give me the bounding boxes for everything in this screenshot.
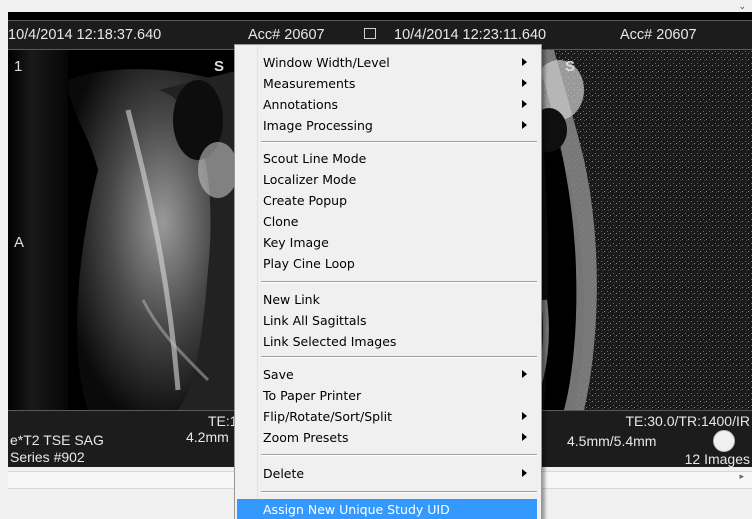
menu-item-clone[interactable]: Clone <box>237 211 537 232</box>
window-menu-icon[interactable] <box>364 28 376 39</box>
viewport-footer-left: TE:1 e*T2 TSE SAG 4.2mm Series #902 <box>8 410 240 467</box>
menu-item-label: Zoom Presets <box>263 430 349 445</box>
submenu-arrow-icon <box>522 121 527 129</box>
top-strip: ⌄ <box>0 0 752 12</box>
series-description: e*T2 TSE SAG <box>10 432 104 448</box>
menu-item-label: Play Cine Loop <box>263 256 355 271</box>
menu-item-label: Create Popup <box>263 193 348 208</box>
submenu-arrow-icon <box>522 412 527 420</box>
submenu-arrow-icon <box>522 100 527 108</box>
menu-item-label: Delete <box>263 466 305 481</box>
menu-item-new-link[interactable]: New Link <box>237 289 537 310</box>
submenu-arrow-icon <box>522 79 527 87</box>
menu-item-annotations[interactable]: Annotations <box>237 94 537 115</box>
menu-item-label: Scout Line Mode <box>263 151 367 166</box>
menu-item-link-all-sagittals[interactable]: Link All Sagittals <box>237 310 537 331</box>
image-count: 12 Images <box>684 451 750 467</box>
menu-item-window-width-level[interactable]: Window Width/Level <box>237 52 537 73</box>
menu-item-assign-new-unique-study-uid[interactable]: Assign New Unique Study UID <box>237 499 537 519</box>
viewer-stage: ⌄ 10/4/2014 12:18:37.640 1 S A TE:1 e*T2… <box>0 0 752 519</box>
menu-item-label: Annotations <box>263 97 339 112</box>
menu-separator <box>261 141 537 143</box>
series-number: Series #902 <box>10 449 85 465</box>
menu-item-scout-line-mode[interactable]: Scout Line Mode <box>237 148 537 169</box>
menu-item-key-image[interactable]: Key Image <box>237 232 537 253</box>
menu-separator <box>261 454 537 456</box>
viewport-header-left: 10/4/2014 12:18:37.640 <box>8 20 240 50</box>
menu-item-label: Key Image <box>263 235 329 250</box>
menu-separator <box>261 491 537 493</box>
submenu-arrow-icon <box>522 469 527 477</box>
menu-item-measurements[interactable]: Measurements <box>237 73 537 94</box>
orientation-top: S <box>214 58 225 75</box>
menu-item-save[interactable]: Save <box>237 364 537 385</box>
menu-separator <box>261 281 537 283</box>
menu-item-flip-rotate-sort-split[interactable]: Flip/Rotate/Sort/Split <box>237 406 537 427</box>
viewport-middle-strip: Acc# 20607 <box>240 12 384 50</box>
menu-item-label: Window Width/Level <box>263 55 390 70</box>
menu-item-play-cine-loop[interactable]: Play Cine Loop <box>237 253 537 274</box>
menu-item-label: Link Selected Images <box>263 334 397 349</box>
context-menu: Window Width/Level Measurements Annotation… <box>234 44 542 519</box>
submenu-arrow-icon <box>522 370 527 378</box>
viewport-left[interactable]: 10/4/2014 12:18:37.640 1 S A TE:1 e*T2 T… <box>8 12 240 467</box>
menu-item-label: Localizer Mode <box>263 172 357 187</box>
scroll-right-icon[interactable]: ▸ <box>739 471 744 482</box>
slice-thickness: 4.5mm/5.4mm <box>567 433 657 449</box>
menu-item-label: Measurements <box>263 76 356 91</box>
menu-separator <box>261 356 537 358</box>
menu-item-localizer-mode[interactable]: Localizer Mode <box>237 169 537 190</box>
mri-image-left[interactable] <box>8 50 240 410</box>
menu-item-label: Flip/Rotate/Sort/Split <box>263 409 392 424</box>
image-index: 1 <box>14 58 23 75</box>
orientation-top: S <box>565 58 576 75</box>
more-icon[interactable]: ⌄ <box>738 1 746 12</box>
circle-icon[interactable] <box>713 430 735 452</box>
menu-item-label: Clone <box>263 214 299 229</box>
menu-item-delete[interactable]: Delete <box>237 463 537 484</box>
menu-item-label: Assign New Unique Study UID <box>263 502 450 517</box>
submenu-arrow-icon <box>522 433 527 441</box>
accession-number: Acc# 20607 <box>620 27 697 43</box>
menu-item-label: New Link <box>263 292 320 307</box>
orientation-left: A <box>14 234 25 251</box>
menu-item-label: Link All Sagittals <box>263 313 367 328</box>
menu-item-label: Save <box>263 367 294 382</box>
menu-item-zoom-presets[interactable]: Zoom Presets <box>237 427 537 448</box>
menu-item-link-selected-images[interactable]: Link Selected Images <box>237 331 537 352</box>
submenu-arrow-icon <box>522 58 527 66</box>
menu-item-label: Image Processing <box>263 118 373 133</box>
menu-item-label: To Paper Printer <box>263 388 362 403</box>
menu-item-to-paper-printer[interactable]: To Paper Printer <box>237 385 537 406</box>
menu-item-create-popup[interactable]: Create Popup <box>237 190 537 211</box>
study-datetime: 10/4/2014 12:18:37.640 <box>8 27 162 43</box>
te-tr-label: TE:30.0/TR:1400/IR <box>625 413 750 429</box>
slice-thickness: 4.2mm <box>186 429 229 445</box>
left-gutter <box>0 12 8 467</box>
menu-item-image-processing[interactable]: Image Processing <box>237 115 537 136</box>
